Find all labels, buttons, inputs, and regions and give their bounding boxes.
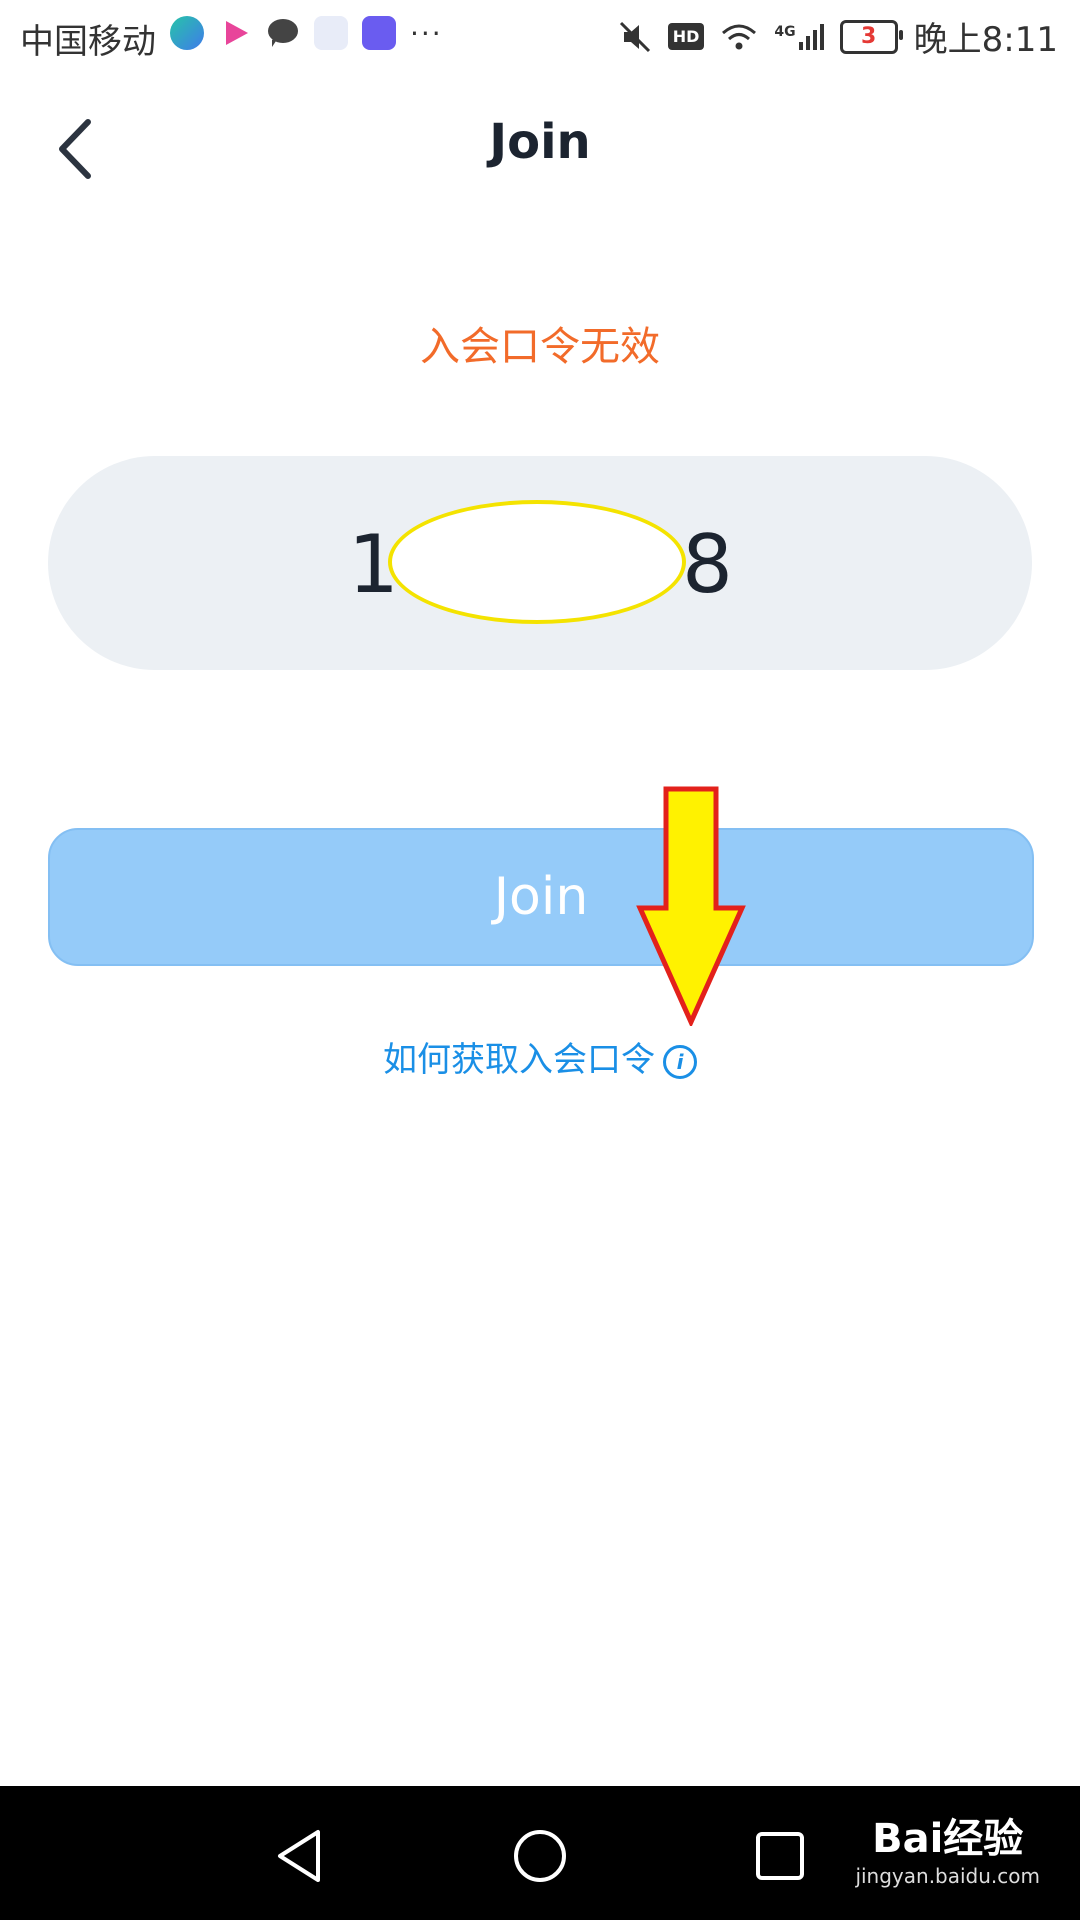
signal-icon: 4G (774, 23, 824, 50)
code-visible-end: 8 (682, 518, 733, 611)
system-icons: HD 4G 3 晚上8:11 (618, 12, 1058, 61)
nav-back-icon[interactable] (270, 1826, 330, 1886)
mute-icon (619, 21, 650, 52)
video-app-icon (218, 16, 252, 50)
watermark-logo: Bai经验 (872, 1816, 1024, 1862)
navigation-bar: Bai经验 jingyan.baidu.com (0, 1786, 1080, 1920)
carrier-label: 中国移动 (20, 22, 156, 62)
wifi-icon (722, 24, 757, 49)
info-icon: i (663, 1044, 697, 1079)
more-notifications-icon: ··· (410, 16, 443, 50)
notification-icons: ··· (170, 16, 443, 50)
join-button[interactable]: Join (48, 828, 1034, 966)
hd-badge: HD (667, 23, 705, 50)
page-title: Join (489, 114, 591, 170)
message-icon (266, 16, 300, 50)
battery-indicator: 3 (839, 19, 903, 54)
arrow-annotation (636, 786, 746, 1026)
help-link-label: 如何获取入会口令 (383, 1040, 655, 1080)
error-message: 入会口令无效 (420, 324, 660, 370)
baidu-app-icon (314, 16, 348, 50)
how-to-get-code-link[interactable]: 如何获取入会口令 i (0, 1032, 1080, 1081)
nav-home-icon[interactable] (510, 1826, 570, 1886)
redaction-ellipse (388, 500, 686, 624)
watermark-site: jingyan.baidu.com (855, 1864, 1040, 1888)
nav-recent-apps-icon[interactable] (750, 1826, 810, 1886)
baidu-jingyan-watermark: Bai经验 jingyan.baidu.com (855, 1806, 1040, 1888)
meeting-code-input[interactable]: 1 8 (48, 456, 1032, 670)
shuabao-app-icon (362, 16, 396, 50)
header: Join (0, 74, 1080, 216)
browser-icon (170, 16, 204, 50)
clock: 晚上8:11 (913, 20, 1058, 60)
status-bar: 中国移动 ··· HD 4G 3 晚上8:11 (0, 0, 1080, 74)
